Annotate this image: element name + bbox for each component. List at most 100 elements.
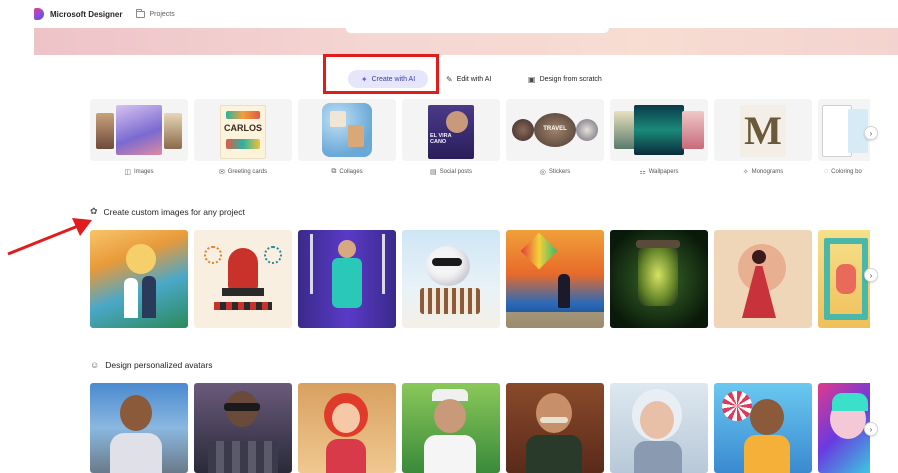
category-coloring-books[interactable]: ◌ Coloring bo (818, 99, 870, 175)
image-card[interactable] (402, 230, 500, 328)
projects-label: Projects (149, 10, 175, 18)
tab-edit-with-ai[interactable]: ✎ Edit with AI (446, 70, 491, 88)
sticker-text: TRAVEL (543, 126, 567, 132)
image-card[interactable] (714, 230, 812, 328)
avatar-card[interactable] (90, 383, 188, 473)
thumbnail (96, 113, 114, 149)
category-greeting-cards[interactable]: CARLOS ✉ Greeting cards (194, 99, 292, 176)
tab-label: Design from scratch (539, 75, 602, 83)
category-label-text: Stickers (548, 169, 571, 175)
thumbnail (446, 111, 468, 133)
category-social-posts[interactable]: EL VIRA CANO ▤ Social posts (402, 99, 500, 176)
category-tile: CARLOS (194, 99, 292, 161)
image-card[interactable] (298, 230, 396, 328)
thumbnail (116, 105, 162, 155)
thumbnail (512, 119, 534, 141)
annotation-arrow-icon (7, 218, 92, 256)
category-tile (610, 99, 708, 161)
category-monograms[interactable]: M ✧ Monograms (714, 99, 812, 176)
avatars-row (90, 383, 870, 473)
category-label-text: Social posts (439, 169, 472, 175)
avatars-next-button[interactable]: › (864, 422, 878, 436)
category-strip: ◫ Images CARLOS ✉ Greeting cards ⧉ Colla… (90, 99, 870, 185)
edit-ai-icon: ✎ (446, 74, 453, 84)
avatar-card[interactable] (818, 383, 870, 473)
category-label-text: Monograms (751, 169, 784, 175)
image-card[interactable] (194, 230, 292, 328)
tab-design-from-scratch[interactable]: ▣ Design from scratch (528, 70, 602, 88)
thumbnail (226, 139, 260, 149)
avatar-icon: ☺ (90, 360, 100, 370)
image-icon: ◫ (124, 169, 131, 176)
tab-label: Edit with AI (456, 75, 492, 83)
category-label-text: Collages (339, 169, 363, 175)
app-name[interactable]: Microsoft Designer (50, 10, 122, 19)
category-label: ⧉ Collages (298, 168, 396, 176)
monogram-letter: M (744, 108, 782, 153)
category-label: ◫ Images (90, 168, 188, 176)
wallpaper-icon: ⚏ (639, 169, 646, 176)
thumbnail (226, 111, 260, 119)
category-next-button[interactable]: › (864, 126, 878, 140)
image-card[interactable] (818, 230, 870, 328)
social-icon: ▤ (430, 169, 437, 176)
thumbnail (682, 111, 704, 149)
image-card[interactable] (610, 230, 708, 328)
category-stickers[interactable]: TRAVEL ◎ Stickers (506, 99, 604, 176)
custom-images-next-button[interactable]: › (864, 268, 878, 282)
section-title-avatars: ☺ Design personalized avatars (90, 360, 212, 370)
custom-images-row (90, 230, 870, 328)
category-label: ⚏ Wallpapers (610, 168, 708, 176)
avatar-card[interactable] (194, 383, 292, 473)
coloring-icon: ◌ (824, 168, 829, 175)
prompt-box[interactable] (345, 28, 610, 34)
image-card[interactable] (506, 230, 604, 328)
section-title-text: Design personalized avatars (105, 360, 213, 370)
thumbnail (164, 113, 182, 149)
image-card[interactable] (90, 230, 188, 328)
card-icon: ✉ (218, 169, 225, 176)
category-label: ✧ Monograms (714, 168, 812, 176)
thumbnail (576, 119, 598, 141)
category-label-text: Images (133, 169, 154, 175)
thumbnail (330, 111, 346, 127)
projects-link[interactable]: Projects (136, 8, 175, 18)
collage-icon: ⧉ (331, 168, 337, 175)
category-wallpapers[interactable]: ⚏ Wallpapers (610, 99, 708, 176)
avatar-card[interactable] (610, 383, 708, 473)
category-label-text: Coloring bo (831, 168, 862, 175)
avatar-card[interactable] (402, 383, 500, 473)
category-label: ✉ Greeting cards (194, 168, 292, 176)
section-title-custom-images: ✿ Create custom images for any project (90, 206, 245, 217)
category-collages[interactable]: ⧉ Collages (298, 99, 396, 176)
avatar-card[interactable] (298, 383, 396, 473)
social-post-text: EL VIRA CANO (430, 133, 452, 145)
sticker-icon: ◎ (539, 169, 546, 176)
chevron-right-icon: › (869, 424, 873, 434)
chevron-right-icon: › (869, 128, 873, 138)
section-title-text: Create custom images for any project (103, 206, 245, 217)
annotation-highlight-box (323, 54, 439, 94)
greeting-card-text: CARLOS (224, 123, 262, 133)
category-tile: TRAVEL (506, 99, 604, 161)
canvas-icon: ▣ (528, 74, 536, 84)
monogram-icon: ✧ (742, 169, 749, 176)
top-bar: Microsoft Designer Projects (0, 0, 898, 28)
category-tile: M (714, 99, 812, 161)
avatar-card[interactable] (714, 383, 812, 473)
thumbnail (348, 125, 364, 147)
mode-tabs: ✦ Create with AI ✎ Edit with AI ▣ Design… (0, 60, 898, 94)
category-images[interactable]: ◫ Images (90, 99, 188, 176)
folder-icon (136, 8, 146, 18)
designer-logo-icon[interactable] (34, 8, 44, 20)
category-label: ◌ Coloring bo (818, 168, 870, 175)
category-label-text: Wallpapers (648, 169, 679, 175)
category-label: ▤ Social posts (402, 168, 500, 176)
category-label-text: Greeting cards (227, 169, 268, 175)
palette-icon: ✿ (90, 206, 98, 216)
avatar-card[interactable] (506, 383, 604, 473)
category-tile (818, 99, 870, 161)
category-tile (298, 99, 396, 161)
wallpaper-thumbnail (634, 105, 684, 155)
category-tile: EL VIRA CANO (402, 99, 500, 161)
